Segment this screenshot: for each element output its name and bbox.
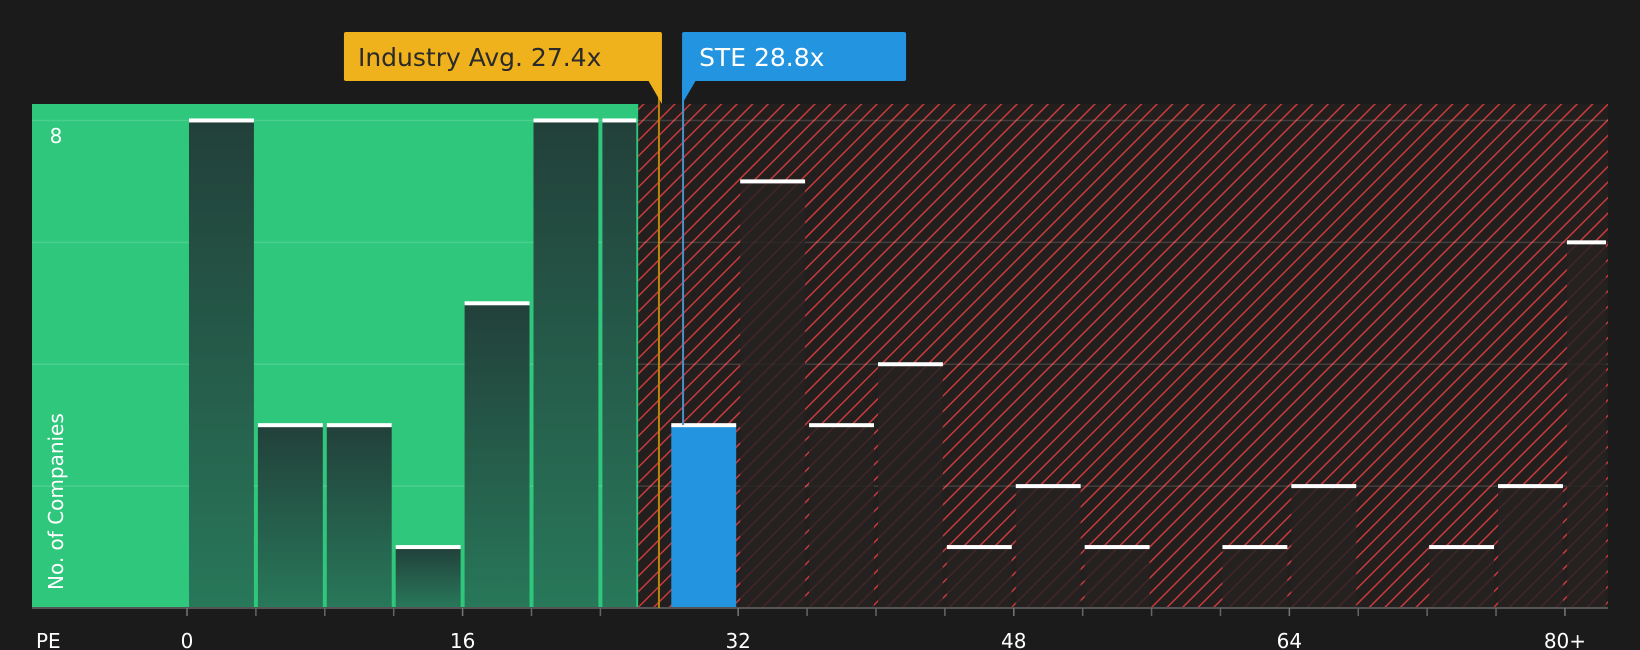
x-axis-label: PE xyxy=(36,629,61,650)
histogram-bar xyxy=(602,120,637,609)
histogram-bar xyxy=(1015,486,1081,608)
histogram-bar xyxy=(1566,242,1606,608)
bar-cap xyxy=(1429,545,1495,550)
x-tick-label: 80+ xyxy=(1544,629,1586,650)
histogram-bar xyxy=(395,547,461,608)
histogram-bar xyxy=(464,303,530,608)
histogram-bar xyxy=(1498,486,1563,608)
bar-cap xyxy=(1222,545,1288,550)
y-axis-label: No. of Companies xyxy=(44,413,68,590)
histogram-bar xyxy=(1429,547,1495,608)
bar-cap xyxy=(1015,484,1081,489)
histogram-bar xyxy=(257,425,323,608)
histogram-bar xyxy=(877,364,943,608)
x-tick-label: 48 xyxy=(1001,629,1026,650)
company-label: STE 28.8x xyxy=(699,43,824,72)
bar-cap xyxy=(740,179,806,184)
pe-histogram-chart: 0 16 32 48 64 80+ Industry Avg. 27.4x STE 28.8… xyxy=(0,0,1640,650)
bar-cap xyxy=(1291,484,1357,489)
histogram-bar xyxy=(189,120,254,609)
histogram-bar xyxy=(533,120,599,609)
y-max-tick-label: 8 xyxy=(50,124,63,148)
bar-cap xyxy=(1566,240,1606,245)
histogram-bar xyxy=(740,181,806,608)
pe-chart-svg: 0 16 32 48 64 80+ Industry Avg. 27.4x STE 28.8… xyxy=(32,32,1608,650)
histogram-bar xyxy=(1222,547,1288,608)
histogram-bar xyxy=(671,425,737,608)
company-pointer xyxy=(682,80,697,104)
histogram-bar xyxy=(809,425,874,608)
bar-cap xyxy=(1498,484,1563,489)
x-tick-label: 0 xyxy=(181,629,194,650)
histogram-bar xyxy=(946,547,1012,608)
x-tick-label: 64 xyxy=(1277,629,1302,650)
bar-cap xyxy=(946,545,1012,550)
bar-cap xyxy=(326,423,392,428)
bar-cap xyxy=(602,118,637,123)
x-axis: 0 16 32 48 64 80+ xyxy=(32,607,1608,650)
bar-cap xyxy=(395,545,461,550)
bar-cap xyxy=(1084,545,1150,550)
bar-cap xyxy=(809,423,874,428)
x-tick-label: 16 xyxy=(450,629,475,650)
histogram-bar xyxy=(1291,486,1357,608)
bar-cap xyxy=(671,423,737,428)
bar-cap xyxy=(533,118,599,123)
bar-cap xyxy=(189,118,254,123)
x-tick-label: 32 xyxy=(725,629,750,650)
histogram-bar xyxy=(326,425,392,608)
bar-cap xyxy=(877,362,943,367)
bar-cap xyxy=(257,423,323,428)
histogram-bar xyxy=(1084,547,1150,608)
industry-avg-pointer xyxy=(647,80,662,104)
industry-avg-label: Industry Avg. 27.4x xyxy=(358,43,601,72)
bar-cap xyxy=(464,301,530,306)
